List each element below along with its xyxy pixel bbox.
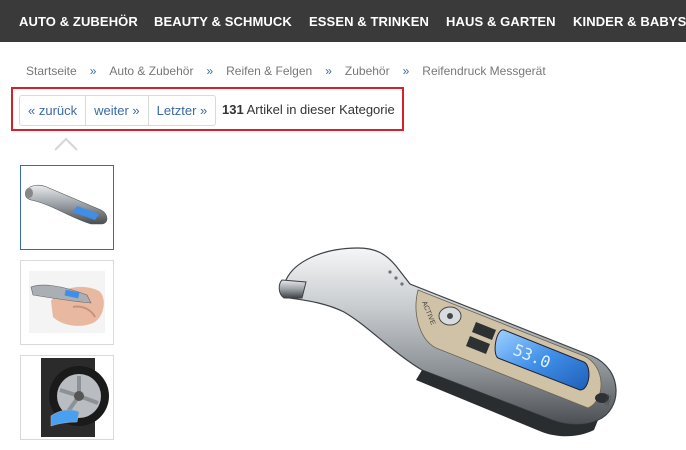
breadcrumb-separator: » bbox=[402, 64, 410, 78]
nav-item-essen-trinken[interactable]: ESSEN & TRINKEN bbox=[309, 14, 429, 29]
gauge-on-tire-image bbox=[41, 358, 109, 437]
gauge-front-image bbox=[25, 184, 108, 225]
product-pager: « zurück weiter » Letzter » 131 Artikel … bbox=[11, 87, 404, 131]
nav-item-beauty-schmuck[interactable]: BEAUTY & SCHMUCK bbox=[154, 14, 292, 29]
thumbnail-gauge-in-hand[interactable] bbox=[20, 260, 114, 345]
nav-item-kinder-babys[interactable]: KINDER & BABYS bbox=[573, 14, 686, 29]
breadcrumb-current-product: Reifendruck Messgerät bbox=[422, 64, 546, 78]
previous-button[interactable]: « zurück bbox=[20, 96, 87, 125]
breadcrumb-startseite[interactable]: Startseite bbox=[26, 64, 77, 78]
breadcrumb-separator: » bbox=[325, 64, 332, 78]
product-main-image[interactable]: 53.0 ACTIVE SET bbox=[272, 240, 632, 450]
thumbnail-gauge-on-tire[interactable] bbox=[20, 355, 114, 440]
next-button[interactable]: weiter » bbox=[86, 96, 149, 125]
article-count: 131 Artikel in dieser Kategorie bbox=[222, 102, 395, 117]
breadcrumb-separator: » bbox=[206, 64, 214, 78]
breadcrumb-zubehoer[interactable]: Zubehör bbox=[345, 64, 390, 78]
breadcrumb: Startseite » Auto & Zubehör » Reifen & F… bbox=[26, 64, 546, 78]
pager-button-group: « zurück weiter » Letzter » bbox=[19, 95, 217, 126]
nav-item-haus-garten[interactable]: HAUS & GARTEN bbox=[446, 14, 556, 29]
breadcrumb-auto-zubehoer[interactable]: Auto & Zubehör bbox=[109, 64, 193, 78]
chevron-up-icon[interactable] bbox=[54, 137, 78, 151]
breadcrumb-reifen-felgen[interactable]: Reifen & Felgen bbox=[226, 64, 312, 78]
last-button[interactable]: Letzter » bbox=[149, 96, 216, 125]
article-count-label: Artikel in dieser Kategorie bbox=[243, 102, 395, 117]
nav-item-auto-zubehoer[interactable]: AUTO & ZUBEHÖR bbox=[19, 14, 138, 29]
top-navigation: AUTO & ZUBEHÖR BEAUTY & SCHMUCK ESSEN & … bbox=[0, 0, 686, 42]
gauge-in-hand-image bbox=[29, 271, 105, 333]
breadcrumb-separator: » bbox=[89, 64, 97, 78]
article-count-number: 131 bbox=[222, 102, 244, 117]
thumbnail-gauge-front[interactable] bbox=[20, 165, 114, 250]
